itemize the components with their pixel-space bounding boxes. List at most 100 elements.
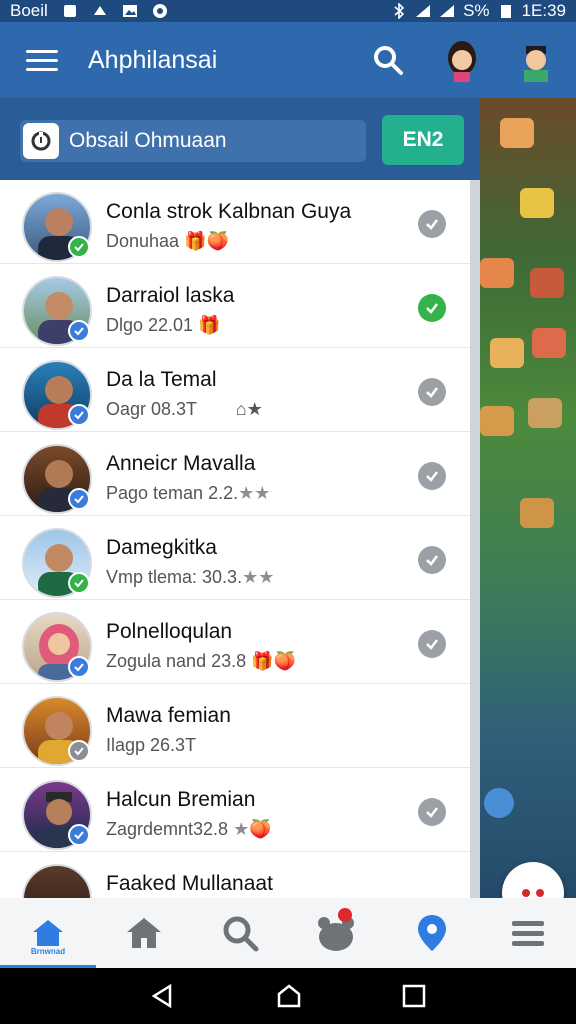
search-button[interactable] xyxy=(366,38,410,82)
avatar-man-icon xyxy=(524,46,548,82)
battery-text: S% xyxy=(463,1,490,20)
contact-subtitle: Zagrdemnt32.8 ★🍑 xyxy=(106,819,272,839)
star-icon: ★★ xyxy=(242,567,275,587)
online-badge-icon xyxy=(68,404,90,426)
menu-icon-line xyxy=(26,67,58,71)
house-icon xyxy=(127,918,161,948)
list-item[interactable]: Halcun Bremian Zagrdemnt32.8 ★🍑 xyxy=(0,768,470,852)
emoji-icon: 🎁 xyxy=(198,315,221,335)
map-character xyxy=(490,338,524,368)
contact-name: Faaked Mullanaat xyxy=(106,872,273,895)
emoji-icon: 🎁🍑 xyxy=(251,651,296,671)
map-character xyxy=(500,118,534,148)
clock: 1E:39 xyxy=(521,1,566,20)
map-character xyxy=(528,398,562,428)
online-badge-icon xyxy=(68,656,90,678)
contact-subtitle: Ilagp 26.3T xyxy=(106,735,197,755)
record-icon xyxy=(152,4,167,18)
avatar xyxy=(22,864,92,898)
contact-list[interactable]: Conla strok Kalbnan Guya Donuhaa 🎁🍑 Darr… xyxy=(0,180,480,898)
bottom-nav: Brnwnad xyxy=(0,898,576,968)
contact-name: Polnelloqulan xyxy=(106,620,233,643)
menu-icon xyxy=(512,921,544,946)
search-icon xyxy=(374,46,403,75)
search-input[interactable]: Obsail Ohmuaan xyxy=(20,120,366,162)
star-icon: ⌂★ xyxy=(235,399,263,419)
list-item[interactable]: Faaked Mullanaat xyxy=(0,852,470,898)
online-badge-icon xyxy=(68,320,90,342)
check-status-icon[interactable] xyxy=(418,378,446,406)
map-character xyxy=(480,258,514,288)
menu-icon-line xyxy=(26,49,58,53)
check-status-icon[interactable] xyxy=(418,462,446,490)
check-status-icon[interactable] xyxy=(418,210,446,238)
online-badge-icon xyxy=(68,572,90,594)
contact-subtitle: Pago teman 2.2.★★ xyxy=(106,483,271,503)
map-character xyxy=(480,406,514,436)
list-item[interactable]: Mawa femian Ilagp 26.3T xyxy=(0,684,470,768)
search-input-value: Obsail Ohmuaan xyxy=(69,129,227,152)
check-status-icon[interactable] xyxy=(418,798,446,826)
contact-subtitle: Vmp tlema: 30.3.★★ xyxy=(106,567,275,587)
friend-avatar-button[interactable] xyxy=(514,38,558,82)
contact-name: Conla strok Kalbnan Guya xyxy=(106,200,352,223)
search-icon xyxy=(223,916,259,952)
online-badge-icon xyxy=(68,824,90,846)
game-map-background xyxy=(470,98,576,898)
status-bar: Boeil S% 1E:39 xyxy=(0,0,576,22)
check-status-icon[interactable] xyxy=(418,630,446,658)
home-circle-icon[interactable] xyxy=(275,982,303,1010)
avatar-woman-icon xyxy=(448,41,476,82)
search-row: Obsail Ohmuaan EN2 xyxy=(0,98,480,180)
list-item[interactable]: Da la Temal Oagr 08.3T ⌂★ xyxy=(0,348,470,432)
map-character xyxy=(520,188,554,218)
list-item[interactable]: Conla strok Kalbnan Guya Donuhaa 🎁🍑 xyxy=(0,180,470,264)
app-bar: Ahphilansai xyxy=(0,22,576,98)
system-navigation-bar xyxy=(0,968,576,1024)
home-icon xyxy=(33,920,63,946)
nav-location[interactable] xyxy=(384,898,480,968)
profile-avatar-button[interactable] xyxy=(440,38,484,82)
wifi-icon xyxy=(416,5,431,17)
contact-name: Damegkitka xyxy=(106,536,217,559)
list-item[interactable]: Polnelloqulan Zogula nand 23.8 🎁🍑 xyxy=(0,600,470,684)
recents-icon[interactable] xyxy=(402,984,426,1008)
carrier-text: Boeil xyxy=(10,1,48,20)
notification-icon xyxy=(63,5,76,17)
contact-subtitle: Zogula nand 23.8 🎁🍑 xyxy=(106,651,296,671)
emoji-icon: ★🍑 xyxy=(233,819,272,839)
map-character xyxy=(520,498,554,528)
star-icon: ★★ xyxy=(238,483,271,503)
menu-icon-line xyxy=(26,58,58,62)
dot-icon xyxy=(536,889,544,897)
list-item[interactable]: Anneicr Mavalla Pago teman 2.2.★★ xyxy=(0,432,470,516)
online-badge-icon xyxy=(68,236,90,258)
notification-badge xyxy=(337,908,352,922)
app-logo-icon xyxy=(23,123,59,159)
list-item[interactable]: Damegkitka Vmp tlema: 30.3.★★ xyxy=(0,516,470,600)
nav-home-active[interactable]: Brnwnad xyxy=(0,898,96,968)
contact-name: Anneicr Mavalla xyxy=(106,452,256,475)
nav-friends[interactable] xyxy=(288,898,384,968)
signal-icon xyxy=(440,5,455,17)
bluetooth-icon xyxy=(394,3,405,19)
contact-name: Halcun Bremian xyxy=(106,788,256,811)
menu-button[interactable] xyxy=(14,32,70,88)
nav-home[interactable] xyxy=(96,898,192,968)
back-icon[interactable] xyxy=(150,983,176,1009)
bear-icon xyxy=(318,917,354,951)
contact-subtitle: Dlgo 22.01 🎁 xyxy=(106,315,221,335)
online-badge-icon xyxy=(68,488,90,510)
contact-name: Mawa femian xyxy=(106,704,231,727)
check-status-icon[interactable] xyxy=(418,546,446,574)
nav-menu[interactable] xyxy=(480,898,576,968)
map-character xyxy=(532,328,566,358)
list-item[interactable]: Darraiol laska Dlgo 22.01 🎁 xyxy=(0,264,470,348)
language-button[interactable]: EN2 xyxy=(382,115,464,165)
battery-icon xyxy=(500,5,511,18)
check-status-icon[interactable] xyxy=(418,294,446,322)
nav-search[interactable] xyxy=(192,898,288,968)
contact-subtitle: Oagr 08.3T ⌂★ xyxy=(106,399,263,419)
contact-name: Darraiol laska xyxy=(106,284,235,307)
app-title: Ahphilansai xyxy=(88,45,218,74)
